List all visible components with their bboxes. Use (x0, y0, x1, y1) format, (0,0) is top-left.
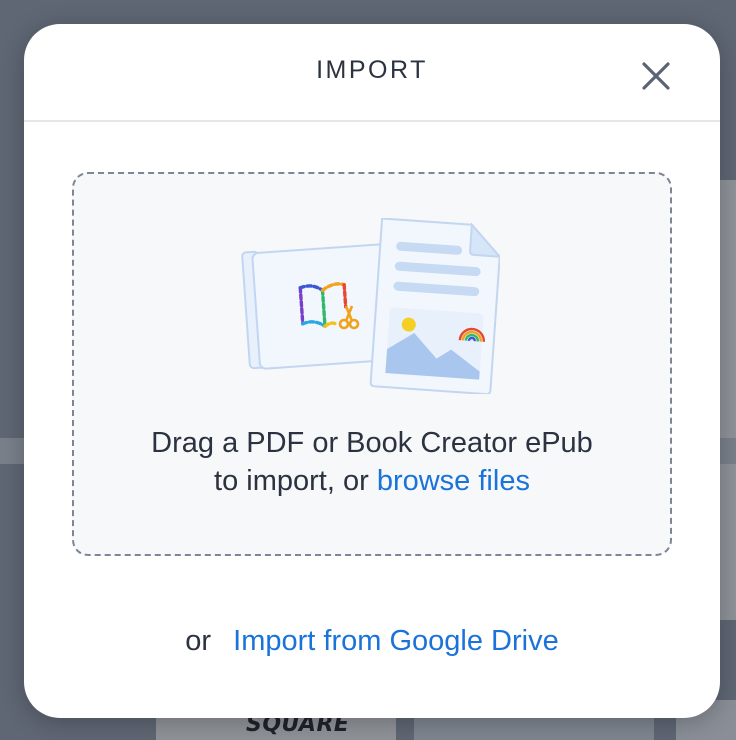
drop-instructions-prefix: to import, or (214, 465, 369, 497)
import-documents-illustration (241, 218, 500, 394)
drop-instructions-line1: Drag a PDF or Book Creator ePub (151, 427, 593, 459)
dialog-title: IMPORT (316, 56, 428, 84)
google-drive-row: or Import from Google Drive (24, 622, 720, 660)
drop-instructions: Drag a PDF or Book Creator ePub to impor… (74, 424, 670, 500)
close-button[interactable] (636, 56, 676, 96)
import-google-drive-link[interactable]: Import from Google Drive (233, 625, 559, 657)
or-label: or (185, 625, 212, 657)
close-icon (642, 62, 670, 90)
dialog-header: IMPORT (24, 24, 720, 122)
import-dialog: IMPORT Drag a PDF or Book Creator ePub t… (24, 24, 720, 718)
file-drop-zone[interactable]: Drag a PDF or Book Creator ePub to impor… (72, 172, 672, 556)
drop-instructions-line2: to import, or browse files (74, 462, 670, 500)
browse-files-link[interactable]: browse files (377, 465, 530, 497)
